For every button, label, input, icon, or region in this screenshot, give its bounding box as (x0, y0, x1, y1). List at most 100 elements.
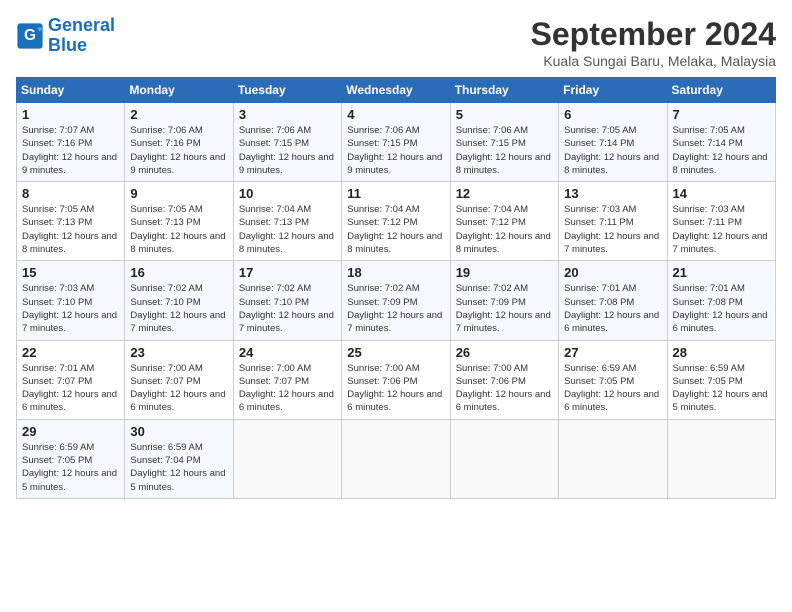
calendar-cell: 22 Sunrise: 7:01 AMSunset: 7:07 PMDaylig… (17, 340, 125, 419)
day-number: 20 (564, 265, 661, 280)
calendar-week-row: 22 Sunrise: 7:01 AMSunset: 7:07 PMDaylig… (17, 340, 776, 419)
day-number: 29 (22, 424, 119, 439)
calendar-cell (450, 419, 558, 498)
day-detail: Sunrise: 7:02 AMSunset: 7:09 PMDaylight:… (347, 282, 444, 335)
calendar-cell: 12 Sunrise: 7:04 AMSunset: 7:12 PMDaylig… (450, 182, 558, 261)
calendar-cell: 18 Sunrise: 7:02 AMSunset: 7:09 PMDaylig… (342, 261, 450, 340)
calendar-week-row: 15 Sunrise: 7:03 AMSunset: 7:10 PMDaylig… (17, 261, 776, 340)
day-detail: Sunrise: 7:00 AMSunset: 7:07 PMDaylight:… (239, 362, 336, 415)
day-number: 19 (456, 265, 553, 280)
day-number: 3 (239, 107, 336, 122)
day-detail: Sunrise: 7:00 AMSunset: 7:06 PMDaylight:… (347, 362, 444, 415)
calendar-cell: 19 Sunrise: 7:02 AMSunset: 7:09 PMDaylig… (450, 261, 558, 340)
title-area: September 2024 Kuala Sungai Baru, Melaka… (531, 16, 776, 69)
day-detail: Sunrise: 7:06 AMSunset: 7:15 PMDaylight:… (456, 124, 553, 177)
day-detail: Sunrise: 7:03 AMSunset: 7:11 PMDaylight:… (673, 203, 770, 256)
calendar-cell: 30 Sunrise: 6:59 AMSunset: 7:04 PMDaylig… (125, 419, 233, 498)
calendar-body: 1 Sunrise: 7:07 AMSunset: 7:16 PMDayligh… (17, 103, 776, 499)
day-number: 17 (239, 265, 336, 280)
day-detail: Sunrise: 7:04 AMSunset: 7:12 PMDaylight:… (456, 203, 553, 256)
day-number: 6 (564, 107, 661, 122)
calendar-cell: 4 Sunrise: 7:06 AMSunset: 7:15 PMDayligh… (342, 103, 450, 182)
weekday-header: Saturday (667, 78, 775, 103)
calendar-cell (667, 419, 775, 498)
day-number: 12 (456, 186, 553, 201)
calendar-cell: 14 Sunrise: 7:03 AMSunset: 7:11 PMDaylig… (667, 182, 775, 261)
day-number: 23 (130, 345, 227, 360)
day-number: 5 (456, 107, 553, 122)
day-detail: Sunrise: 7:05 AMSunset: 7:13 PMDaylight:… (130, 203, 227, 256)
weekday-header: Tuesday (233, 78, 341, 103)
day-detail: Sunrise: 7:00 AMSunset: 7:06 PMDaylight:… (456, 362, 553, 415)
day-detail: Sunrise: 7:07 AMSunset: 7:16 PMDaylight:… (22, 124, 119, 177)
weekday-header: Wednesday (342, 78, 450, 103)
day-number: 25 (347, 345, 444, 360)
svg-text:G: G (24, 27, 36, 44)
calendar-cell: 26 Sunrise: 7:00 AMSunset: 7:06 PMDaylig… (450, 340, 558, 419)
calendar-cell: 10 Sunrise: 7:04 AMSunset: 7:13 PMDaylig… (233, 182, 341, 261)
location-subtitle: Kuala Sungai Baru, Melaka, Malaysia (531, 53, 776, 69)
logo-text: General Blue (48, 16, 115, 56)
day-detail: Sunrise: 7:02 AMSunset: 7:10 PMDaylight:… (130, 282, 227, 335)
day-number: 15 (22, 265, 119, 280)
weekday-header: Monday (125, 78, 233, 103)
weekday-header: Sunday (17, 78, 125, 103)
day-detail: Sunrise: 7:05 AMSunset: 7:14 PMDaylight:… (564, 124, 661, 177)
day-detail: Sunrise: 7:06 AMSunset: 7:15 PMDaylight:… (239, 124, 336, 177)
calendar-week-row: 1 Sunrise: 7:07 AMSunset: 7:16 PMDayligh… (17, 103, 776, 182)
day-number: 27 (564, 345, 661, 360)
calendar-cell: 25 Sunrise: 7:00 AMSunset: 7:06 PMDaylig… (342, 340, 450, 419)
day-detail: Sunrise: 6:59 AMSunset: 7:05 PMDaylight:… (22, 441, 119, 494)
calendar-cell: 15 Sunrise: 7:03 AMSunset: 7:10 PMDaylig… (17, 261, 125, 340)
day-detail: Sunrise: 7:04 AMSunset: 7:12 PMDaylight:… (347, 203, 444, 256)
calendar-cell: 3 Sunrise: 7:06 AMSunset: 7:15 PMDayligh… (233, 103, 341, 182)
calendar-cell: 6 Sunrise: 7:05 AMSunset: 7:14 PMDayligh… (559, 103, 667, 182)
day-number: 1 (22, 107, 119, 122)
day-number: 26 (456, 345, 553, 360)
calendar-cell: 11 Sunrise: 7:04 AMSunset: 7:12 PMDaylig… (342, 182, 450, 261)
logo-icon: G (16, 22, 44, 50)
day-number: 4 (347, 107, 444, 122)
calendar-cell: 20 Sunrise: 7:01 AMSunset: 7:08 PMDaylig… (559, 261, 667, 340)
day-detail: Sunrise: 7:04 AMSunset: 7:13 PMDaylight:… (239, 203, 336, 256)
day-detail: Sunrise: 7:05 AMSunset: 7:13 PMDaylight:… (22, 203, 119, 256)
day-number: 14 (673, 186, 770, 201)
day-number: 16 (130, 265, 227, 280)
calendar-header-row: SundayMondayTuesdayWednesdayThursdayFrid… (17, 78, 776, 103)
calendar-cell (233, 419, 341, 498)
month-title: September 2024 (531, 16, 776, 53)
calendar-cell: 1 Sunrise: 7:07 AMSunset: 7:16 PMDayligh… (17, 103, 125, 182)
day-detail: Sunrise: 7:03 AMSunset: 7:11 PMDaylight:… (564, 203, 661, 256)
day-detail: Sunrise: 7:01 AMSunset: 7:08 PMDaylight:… (673, 282, 770, 335)
calendar-cell: 28 Sunrise: 6:59 AMSunset: 7:05 PMDaylig… (667, 340, 775, 419)
day-number: 18 (347, 265, 444, 280)
day-detail: Sunrise: 6:59 AMSunset: 7:05 PMDaylight:… (673, 362, 770, 415)
day-detail: Sunrise: 7:02 AMSunset: 7:10 PMDaylight:… (239, 282, 336, 335)
day-number: 30 (130, 424, 227, 439)
day-number: 22 (22, 345, 119, 360)
day-number: 24 (239, 345, 336, 360)
calendar-cell: 23 Sunrise: 7:00 AMSunset: 7:07 PMDaylig… (125, 340, 233, 419)
day-detail: Sunrise: 7:01 AMSunset: 7:08 PMDaylight:… (564, 282, 661, 335)
day-number: 28 (673, 345, 770, 360)
calendar-week-row: 29 Sunrise: 6:59 AMSunset: 7:05 PMDaylig… (17, 419, 776, 498)
day-number: 9 (130, 186, 227, 201)
day-detail: Sunrise: 6:59 AMSunset: 7:04 PMDaylight:… (130, 441, 227, 494)
day-detail: Sunrise: 7:02 AMSunset: 7:09 PMDaylight:… (456, 282, 553, 335)
day-detail: Sunrise: 7:03 AMSunset: 7:10 PMDaylight:… (22, 282, 119, 335)
day-number: 21 (673, 265, 770, 280)
calendar-cell: 2 Sunrise: 7:06 AMSunset: 7:16 PMDayligh… (125, 103, 233, 182)
calendar-cell: 17 Sunrise: 7:02 AMSunset: 7:10 PMDaylig… (233, 261, 341, 340)
weekday-header: Thursday (450, 78, 558, 103)
calendar-cell: 8 Sunrise: 7:05 AMSunset: 7:13 PMDayligh… (17, 182, 125, 261)
calendar-cell: 16 Sunrise: 7:02 AMSunset: 7:10 PMDaylig… (125, 261, 233, 340)
calendar-table: SundayMondayTuesdayWednesdayThursdayFrid… (16, 77, 776, 499)
day-number: 10 (239, 186, 336, 201)
calendar-cell: 7 Sunrise: 7:05 AMSunset: 7:14 PMDayligh… (667, 103, 775, 182)
day-detail: Sunrise: 7:00 AMSunset: 7:07 PMDaylight:… (130, 362, 227, 415)
day-detail: Sunrise: 7:06 AMSunset: 7:16 PMDaylight:… (130, 124, 227, 177)
calendar-cell (559, 419, 667, 498)
day-number: 13 (564, 186, 661, 201)
logo-line2: Blue (48, 35, 87, 55)
calendar-cell (342, 419, 450, 498)
